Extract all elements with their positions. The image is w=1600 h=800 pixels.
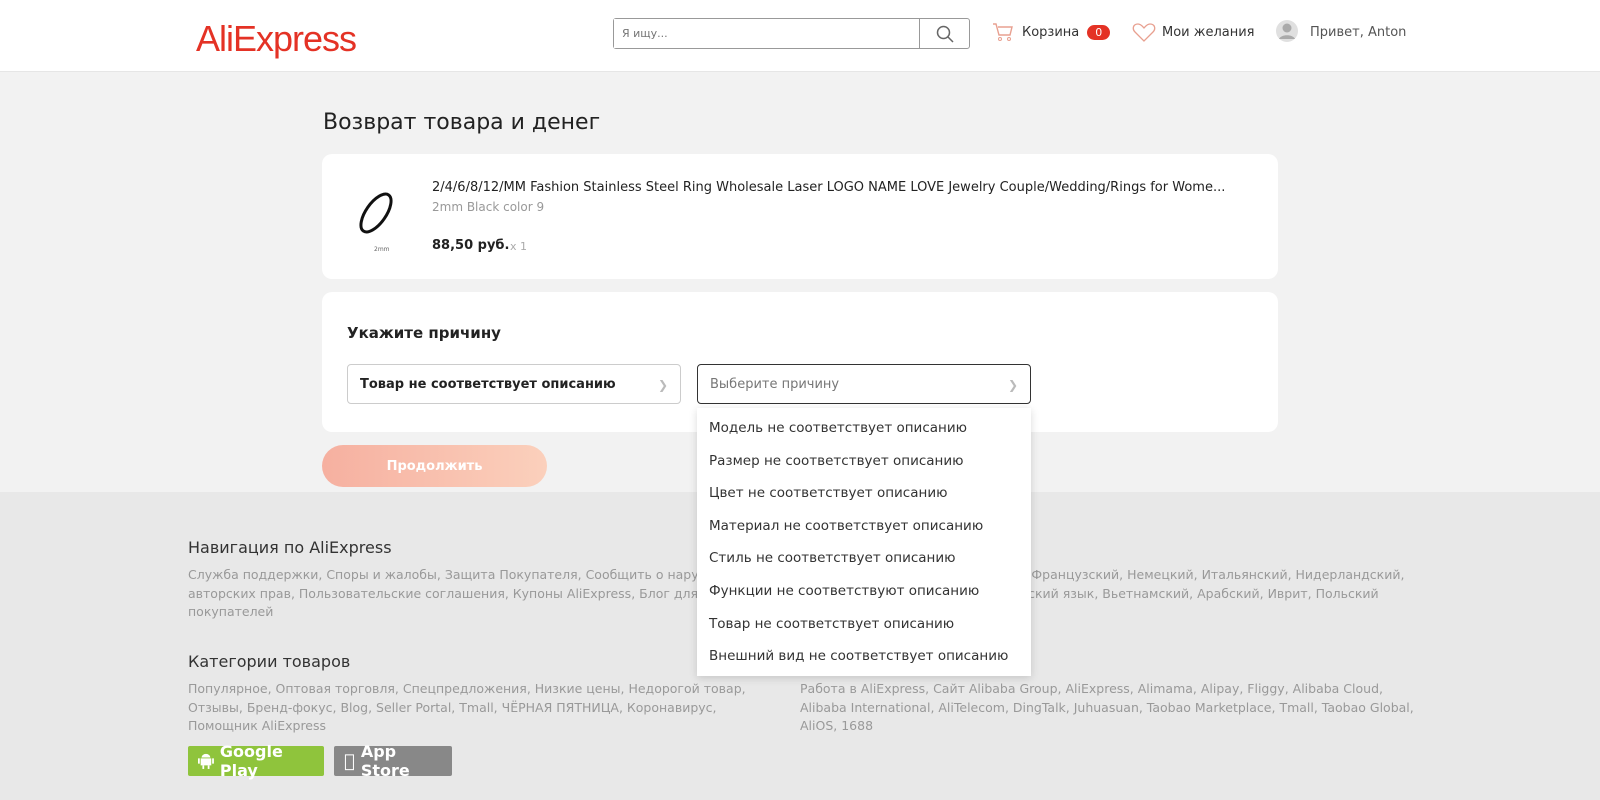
cart-icon bbox=[993, 23, 1013, 41]
continue-button[interactable]: Продолжить bbox=[322, 445, 547, 487]
heart-icon bbox=[1132, 23, 1156, 42]
reason-dropdown-menu: Модель не соответствует описанию Размер … bbox=[697, 408, 1031, 676]
image-caption: 2mm bbox=[374, 246, 390, 253]
search-button[interactable] bbox=[919, 19, 969, 48]
apple-icon:  bbox=[344, 751, 355, 772]
greeting: Привет, Anton bbox=[1310, 24, 1407, 40]
android-icon bbox=[198, 753, 214, 769]
cart-label: Корзина bbox=[1022, 24, 1080, 40]
dropdown-option[interactable]: Функции не соответствуют описанию bbox=[697, 575, 1031, 608]
footer-language-links: i, Французский, Немецкий, Итальянский, Н… bbox=[1020, 566, 1404, 603]
reason-category-value: Товар не соответствует описанию bbox=[360, 376, 616, 392]
product-price: 88,50 руб. bbox=[432, 238, 510, 253]
product-card: 2mm 2/4/6/8/12/MM Fashion Stainless Stee… bbox=[322, 154, 1278, 279]
reason-category-select[interactable]: Товар не соответствует описанию ❯ bbox=[347, 364, 681, 404]
footer-group-line[interactable]: Работа в AliExpress, Сайт Alibaba Group,… bbox=[800, 680, 1414, 699]
google-play-button[interactable]: Google Play bbox=[188, 742, 324, 780]
wishlist-label: Мои желания bbox=[1162, 24, 1255, 40]
app-store-label: App Store bbox=[350, 742, 440, 780]
header: AliExpress Корзина 0 Мои желания Привет,… bbox=[0, 0, 1600, 72]
page-title: Возврат товара и денег bbox=[323, 110, 601, 135]
reason-detail-select[interactable]: Выберите причину ❯ bbox=[697, 364, 1031, 404]
search-bar bbox=[613, 18, 970, 49]
account-link[interactable]: Привет, Anton bbox=[1276, 20, 1406, 44]
footer-cat-line[interactable]: Помощник AliExpress bbox=[188, 717, 746, 736]
dropdown-option[interactable]: Размер не соответствует описанию bbox=[697, 445, 1031, 478]
reason-heading: Укажите причину bbox=[347, 324, 501, 342]
search-icon bbox=[936, 25, 954, 43]
chevron-right-icon: ❯ bbox=[657, 378, 668, 392]
footer-group-line[interactable]: Alibaba International, AliTelecom, DingT… bbox=[800, 699, 1414, 718]
footer-lang-line[interactable]: йский язык, Вьетнамский, Арабский, Иврит… bbox=[1020, 585, 1404, 604]
footer-nav-title: Навигация по AliExpress bbox=[188, 538, 392, 557]
cart-link[interactable]: Корзина 0 bbox=[992, 22, 1111, 42]
footer-nav-links: Служба поддержки, Споры и жалобы, Защита… bbox=[188, 566, 718, 622]
footer-lang-line[interactable]: i, Французский, Немецкий, Итальянский, Н… bbox=[1020, 566, 1404, 585]
avatar bbox=[1276, 20, 1298, 42]
footer-nav-line[interactable]: покупателей bbox=[188, 603, 718, 622]
wishlist-link[interactable]: Мои желания bbox=[1132, 22, 1255, 42]
footer-group-links: Работа в AliExpress, Сайт Alibaba Group,… bbox=[800, 680, 1414, 736]
product-image bbox=[359, 192, 393, 234]
footer-group-line[interactable]: AliOS, 1688 bbox=[800, 717, 1414, 736]
google-play-label: Google Play bbox=[219, 742, 283, 780]
aliexpress-logo[interactable]: AliExpress bbox=[196, 18, 357, 60]
footer-categories-title: Категории товаров bbox=[188, 652, 351, 671]
dropdown-option[interactable]: Модель не соответствует описанию bbox=[697, 412, 1031, 445]
cart-count-badge: 0 bbox=[1087, 24, 1111, 40]
dropdown-option[interactable]: Стиль не соответствует описанию bbox=[697, 542, 1031, 575]
chevron-right-icon: ❯ bbox=[1007, 378, 1018, 392]
dropdown-option[interactable]: Товар не соответствует описанию bbox=[697, 608, 1031, 641]
search-input[interactable] bbox=[614, 19, 920, 48]
footer-cat-line[interactable]: Отзывы, Бренд-фокус, Blog, Seller Portal… bbox=[188, 699, 746, 718]
footer-cat-line[interactable]: Популярное, Оптовая торговля, Спецпредло… bbox=[188, 680, 746, 699]
dropdown-option[interactable]: Материал не соответствует описанию bbox=[697, 510, 1031, 543]
product-variant: 2mm Black color 9 bbox=[432, 200, 545, 214]
product-qty: x 1 bbox=[510, 240, 528, 253]
footer-category-links: Популярное, Оптовая торговля, Спецпредло… bbox=[188, 680, 746, 736]
dropdown-option[interactable]: Цвет не соответствует описанию bbox=[697, 477, 1031, 510]
dropdown-option[interactable]: Внешний вид не соответствует описанию bbox=[697, 640, 1031, 673]
footer-nav-line[interactable]: авторских прав, Пользовательские соглаше… bbox=[188, 585, 718, 604]
app-store-button[interactable]:  App Store bbox=[334, 742, 452, 780]
reason-detail-placeholder: Выберите причину bbox=[710, 376, 840, 392]
footer-nav-line[interactable]: Служба поддержки, Споры и жалобы, Защита… bbox=[188, 566, 718, 585]
product-name[interactable]: 2/4/6/8/12/MM Fashion Stainless Steel Ri… bbox=[432, 180, 1262, 195]
